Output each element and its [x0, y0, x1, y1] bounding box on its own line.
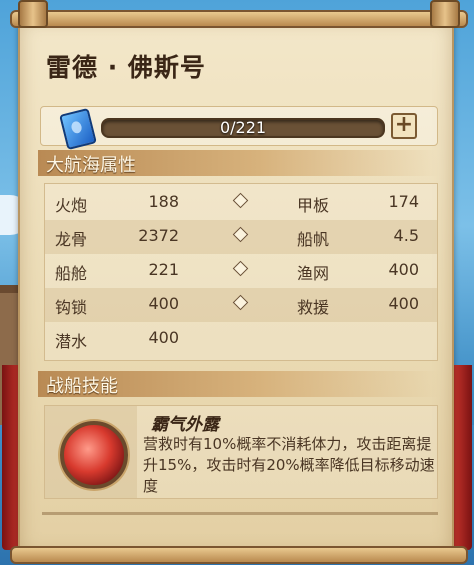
attribute-value: 188 [148, 192, 179, 211]
attribute-value: 4.5 [393, 226, 419, 245]
attribute-value: 400 [388, 294, 419, 313]
attributes-table: 火炮 188 甲板 174 龙骨 2372 船帆 4.5 船舱 221 渔网 4… [44, 183, 438, 361]
attribute-label: 龙骨 [55, 230, 88, 249]
attribute-label: 甲板 [297, 196, 330, 215]
diamond-divider-icon [232, 226, 249, 243]
skill-emblem-icon[interactable] [60, 421, 128, 489]
upgrade-progress-bar: 0/221 [101, 118, 385, 138]
scroll-knob-right [430, 0, 460, 28]
attribute-value: 400 [388, 260, 419, 279]
attribute-row: 龙骨 2372 船帆 4.5 [45, 220, 437, 254]
skill-card: 霸气外露 营救时有10%概率不消耗体力，攻击距离提升15%，攻击时有20%概率降… [44, 405, 438, 499]
attribute-label: 渔网 [297, 264, 330, 283]
attribute-value: 400 [148, 294, 179, 313]
progress-text: 0/221 [219, 118, 267, 137]
attribute-value: 2372 [138, 226, 179, 245]
attribute-row: 潜水 400 [45, 322, 437, 356]
upgrade-progress-row: 0/221 + [40, 106, 438, 151]
attribute-row: 船舱 221 渔网 400 [45, 254, 437, 288]
attributes-header-label: 大航海属性 [46, 155, 136, 176]
add-progress-button[interactable]: + [391, 113, 417, 139]
diamond-divider-icon [232, 294, 249, 311]
attribute-label: 火炮 [55, 196, 88, 215]
attribute-label: 钩锁 [55, 298, 88, 317]
scroll-knob-left [18, 0, 48, 28]
skill-name: 霸气外露 [151, 415, 219, 435]
skills-header-label: 战船技能 [46, 376, 118, 397]
attribute-value: 174 [388, 192, 419, 211]
diamond-divider-icon [232, 192, 249, 209]
attribute-row: 钩锁 400 救援 400 [45, 288, 437, 322]
attribute-label: 船帆 [297, 230, 330, 249]
attribute-value: 221 [148, 260, 179, 279]
attribute-label: 救援 [297, 298, 330, 317]
ship-title: 雷德 · 佛斯号 [46, 53, 206, 82]
skills-header: 战船技能 [38, 371, 440, 397]
skill-description: 营救时有10%概率不消耗体力，攻击距离提升15%，攻击时有20%概率降低目标移动… [143, 435, 435, 495]
attribute-label: 船舱 [55, 264, 88, 283]
attribute-label: 潜水 [55, 332, 88, 351]
scroll-bottom-rod [10, 546, 468, 564]
skill-icon-frame [45, 406, 137, 498]
panel-bottom-divider [42, 512, 438, 515]
attribute-row: 火炮 188 甲板 174 [45, 186, 437, 220]
scroll-top-rod [10, 10, 468, 28]
blueprint-book-icon[interactable] [59, 107, 97, 151]
attribute-value: 400 [148, 328, 179, 347]
diamond-divider-icon [232, 260, 249, 277]
attributes-header: 大航海属性 [38, 150, 440, 176]
